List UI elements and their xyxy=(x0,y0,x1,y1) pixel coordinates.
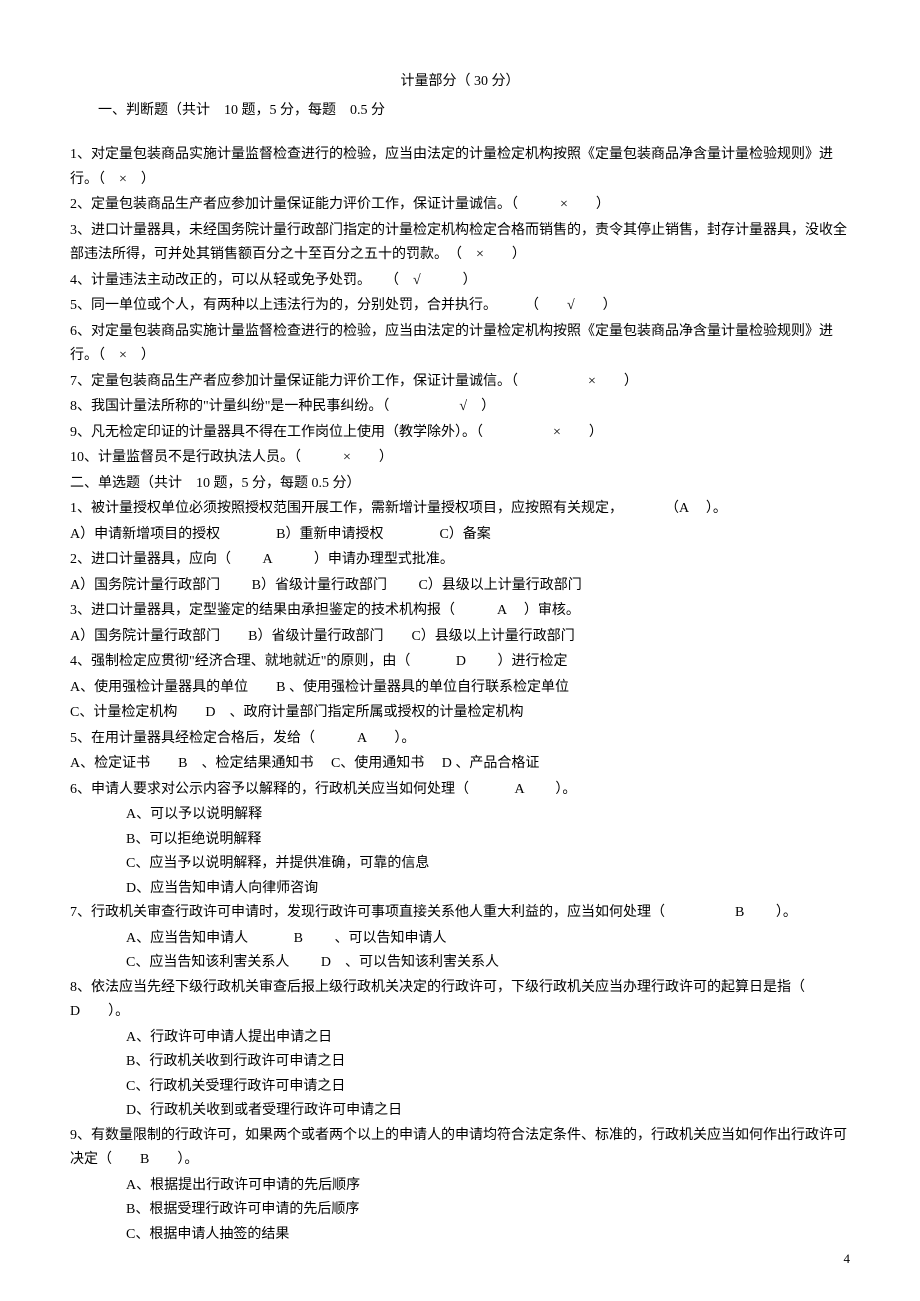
s2-q7-cd: C、应当告知该利害关系人 D 、可以告知该利害关系人 xyxy=(70,951,850,976)
s2-q1-opts: A）申请新增项目的授权 B）重新申请授权 C）备案 xyxy=(70,523,850,548)
s2-q8-a: A、行政许可申请人提出申请之日 xyxy=(70,1026,850,1051)
s2-q9-b: B、根据受理行政许可申请的先后顺序 xyxy=(70,1198,850,1223)
s2-q3-opts: A）国务院计量行政部门 B）省级计量行政部门 C）县级以上计量行政部门 xyxy=(70,625,850,650)
s2-q2-opts: A）国务院计量行政部门 B）省级计量行政部门 C）县级以上计量行政部门 xyxy=(70,574,850,599)
s2-q8: 8、依法应当先经下级行政机关审查后报上级行政机关决定的行政许可，下级行政机关应当… xyxy=(70,976,850,1025)
s2-q3: 3、进口计量器具，定型鉴定的结果由承担鉴定的技术机构报（ A ）审核。 xyxy=(70,599,850,624)
s1-q1: 1、对定量包装商品实施计量监督检查进行的检验，应当由法定的计量检定机构按照《定量… xyxy=(70,143,850,192)
section1-intro: 一、判断题（共计 10 题，5 分，每题 0.5 分 xyxy=(70,99,850,124)
s2-q7: 7、行政机关审查行政许可申请时，发现行政许可事项直接关系他人重大利益的，应当如何… xyxy=(70,901,850,926)
s2-q8-b: B、行政机关收到行政许可申请之日 xyxy=(70,1050,850,1075)
s2-q6-b: B、可以拒绝说明解释 xyxy=(70,828,850,853)
s2-q6-a: A、可以予以说明解释 xyxy=(70,803,850,828)
s2-q7-ab: A、应当告知申请人 B 、可以告知申请人 xyxy=(70,927,850,952)
s2-q9: 9、有数量限制的行政许可，如果两个或者两个以上的申请人的申请均符合法定条件、标准… xyxy=(70,1124,850,1173)
s2-q4-opts-a: A、使用强检计量器具的单位 B 、使用强检计量器具的单位自行联系检定单位 xyxy=(70,676,850,701)
s2-q4: 4、强制检定应贯彻"经济合理、就地就近"的原则，由（ D ）进行检定 xyxy=(70,650,850,675)
s1-q5: 5、同一单位或个人，有两种以上违法行为的，分别处罚，合并执行。 （ √ ） xyxy=(70,294,850,319)
s1-q8: 8、我国计量法所称的"计量纠纷"是一种民事纠纷。（ √ ） xyxy=(70,395,850,420)
document-title: 计量部分（ 30 分） xyxy=(70,70,850,95)
page-number: 4 xyxy=(844,1248,851,1271)
s1-q2: 2、定量包装商品生产者应参加计量保证能力评价工作，保证计量诚信。（ × ） xyxy=(70,193,850,218)
s2-q1: 1、被计量授权单位必须按照授权范围开展工作，需新增计量授权项目，应按照有关规定，… xyxy=(70,497,850,522)
s2-q6: 6、申请人要求对公示内容予以解释的，行政机关应当如何处理（ A ）。 xyxy=(70,778,850,803)
s1-q4: 4、计量违法主动改正的，可以从轻或免予处罚。 （ √ ） xyxy=(70,269,850,294)
s1-q3: 3、进口计量器具，未经国务院计量行政部门指定的计量检定机构检定合格而销售的，责令… xyxy=(70,219,850,268)
s2-q8-d: D、行政机关收到或者受理行政许可申请之日 xyxy=(70,1099,850,1124)
s1-q7: 7、定量包装商品生产者应参加计量保证能力评价工作，保证计量诚信。（ × ） xyxy=(70,370,850,395)
s1-q9: 9、凡无检定印证的计量器具不得在工作岗位上使用（教学除外）。（ × ） xyxy=(70,421,850,446)
s1-q10: 10、计量监督员不是行政执法人员。（ × ） xyxy=(70,446,850,471)
s2-q9-c: C、根据申请人抽签的结果 xyxy=(70,1223,850,1248)
s2-q2: 2、进口计量器具，应向（ A ）申请办理型式批准。 xyxy=(70,548,850,573)
s2-q6-d: D、应当告知申请人向律师咨询 xyxy=(70,877,850,902)
s2-q5: 5、在用计量器具经检定合格后，发给（ A ）。 xyxy=(70,727,850,752)
s2-q8-c: C、行政机关受理行政许可申请之日 xyxy=(70,1075,850,1100)
s1-q6: 6、对定量包装商品实施计量监督检查进行的检验，应当由法定的计量检定机构按照《定量… xyxy=(70,320,850,369)
s2-q6-c: C、应当予以说明解释，并提供准确，可靠的信息 xyxy=(70,852,850,877)
s2-q9-a: A、根据提出行政许可申请的先后顺序 xyxy=(70,1174,850,1199)
s2-q5-opts: A、检定证书 B 、检定结果通知书 C、使用通知书 D 、产品合格证 xyxy=(70,752,850,777)
s2-q4-opts-b: C、计量检定机构 D 、政府计量部门指定所属或授权的计量检定机构 xyxy=(70,701,850,726)
section2-intro: 二、单选题（共计 10 题，5 分，每题 0.5 分） xyxy=(70,472,850,497)
